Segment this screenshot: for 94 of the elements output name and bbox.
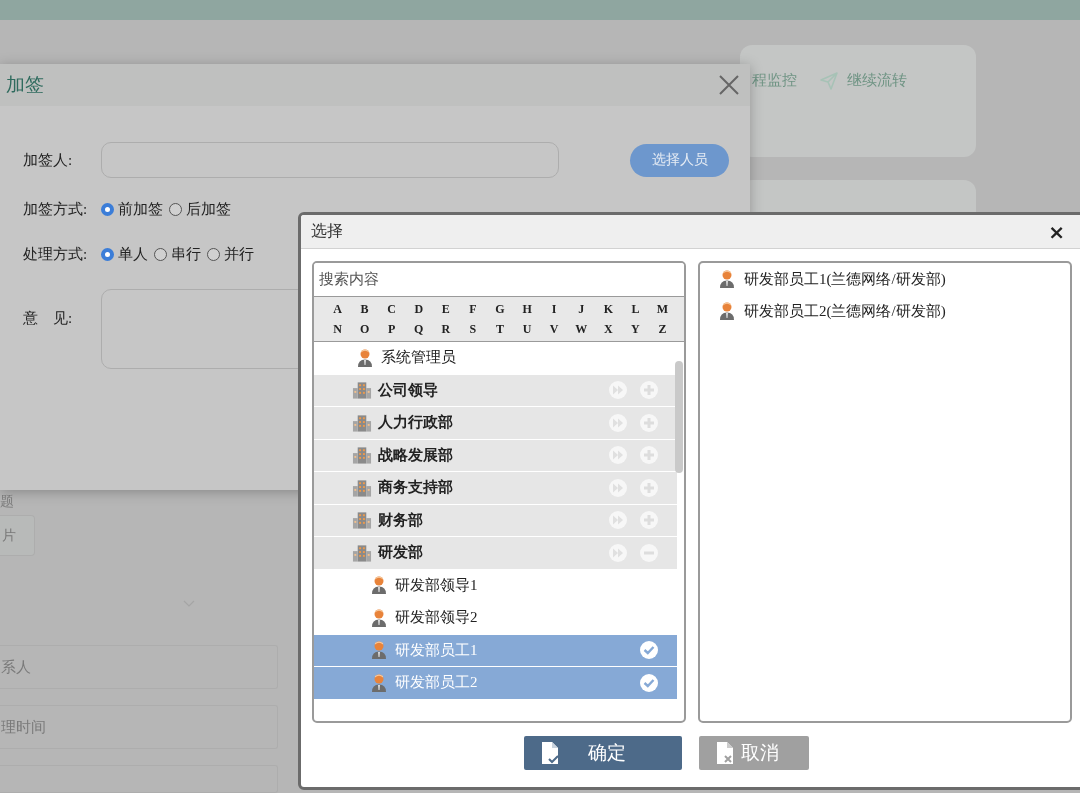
department-row[interactable]: 商务支持部	[314, 472, 677, 505]
department-name: 研发部	[378, 543, 424, 563]
radio-label[interactable]: 并行	[224, 245, 254, 264]
field-label: 加签人:	[23, 150, 74, 170]
close-button[interactable]: ×	[1048, 221, 1065, 242]
letter-link[interactable]: H	[513, 299, 541, 319]
letter-link[interactable]: B	[351, 299, 379, 319]
letter-link[interactable]: P	[378, 319, 406, 339]
search-field[interactable]: 搜索内容	[314, 263, 684, 297]
close-icon[interactable]	[718, 74, 740, 96]
radio-button[interactable]	[154, 248, 167, 261]
radio-label[interactable]: 前加签	[118, 200, 163, 219]
letter-link[interactable]: N	[324, 319, 352, 339]
department-row[interactable]: 战略发展部	[314, 439, 677, 472]
field-label: 处理方式:	[23, 245, 89, 264]
letter-link[interactable]: E	[432, 299, 460, 319]
building-icon	[352, 412, 372, 433]
selected-person[interactable]: 研发部员工2(兰德网络/研发部)	[744, 301, 1070, 321]
document-icon	[540, 741, 560, 765]
check-icon	[639, 640, 659, 661]
letter-link[interactable]: Z	[648, 319, 676, 339]
document-icon	[715, 741, 735, 765]
letter-link[interactable]: L	[621, 299, 649, 319]
letter-link[interactable]: W	[567, 319, 595, 339]
expand-icon[interactable]	[639, 510, 659, 531]
letter-link[interactable]: Q	[405, 319, 433, 339]
person-name: 研发部领导1	[395, 575, 479, 595]
department-name: 人力行政部	[378, 413, 454, 433]
letter-link[interactable]: O	[351, 319, 379, 339]
expand-icon[interactable]	[639, 412, 659, 433]
letter-link[interactable]: F	[459, 299, 487, 319]
department-row[interactable]: 公司领导	[314, 374, 677, 407]
letter-link[interactable]: V	[540, 319, 568, 339]
expand-icon[interactable]	[639, 380, 659, 401]
department-name: 商务支持部	[378, 478, 454, 498]
letter-link[interactable]: R	[432, 319, 460, 339]
radio-button[interactable]	[101, 248, 114, 261]
scrollbar-thumb[interactable]	[675, 361, 683, 473]
letter-link[interactable]: A	[324, 299, 352, 319]
radio-button[interactable]	[101, 203, 114, 216]
selected-person[interactable]: 研发部员工1(兰德网络/研发部)	[744, 269, 1070, 289]
letter-link[interactable]: G	[486, 299, 514, 319]
person-icon	[369, 640, 389, 661]
letter-link[interactable]: D	[405, 299, 433, 319]
person-row[interactable]: 研发部领导1	[314, 569, 677, 602]
send-icon[interactable]	[819, 71, 839, 91]
person-name: 研发部领导2	[395, 608, 479, 628]
person-icon	[355, 347, 375, 368]
person-icon	[369, 607, 389, 628]
letter-link[interactable]: J	[567, 299, 595, 319]
person-name: 系统管理员	[381, 348, 457, 368]
radio-label[interactable]: 后加签	[186, 200, 231, 219]
radio-button[interactable]	[207, 248, 220, 261]
person-icon	[369, 575, 389, 596]
person-icon	[717, 269, 737, 289]
radio-button[interactable]	[169, 203, 182, 216]
field-label: 加签方式:	[23, 200, 89, 219]
letter-link[interactable]: K	[594, 299, 622, 319]
field-label: 意 见:	[23, 309, 74, 328]
building-icon	[352, 477, 372, 498]
person-name: 研发部员工1	[395, 640, 479, 660]
letter-link[interactable]: Y	[621, 319, 649, 339]
letter-link[interactable]: C	[378, 299, 406, 319]
letter-link[interactable]: T	[486, 319, 514, 339]
person-row[interactable]: 研发部领导2	[314, 602, 677, 635]
expand-icon[interactable]	[639, 477, 659, 498]
person-icon	[369, 672, 389, 693]
collapse-icon[interactable]	[639, 542, 659, 563]
letter-link[interactable]: S	[459, 319, 487, 339]
letter-link[interactable]: X	[594, 319, 622, 339]
radio-label[interactable]: 单人	[118, 245, 148, 264]
person-icon	[717, 301, 737, 321]
department-name: 财务部	[378, 510, 424, 530]
department-name: 公司领导	[378, 380, 439, 400]
expand-icon[interactable]	[639, 445, 659, 466]
building-icon	[352, 510, 372, 531]
letter-link[interactable]: I	[540, 299, 568, 319]
person-name: 研发部员工2	[395, 673, 479, 693]
confirm-button[interactable]: 确定	[524, 736, 682, 770]
department-row[interactable]: 人力行政部	[314, 407, 677, 440]
letter-link[interactable]: M	[648, 299, 676, 319]
dialog-title: 选择	[311, 221, 343, 241]
letter-link[interactable]: U	[513, 319, 541, 339]
radio-label[interactable]: 串行	[171, 245, 201, 264]
check-icon	[639, 672, 659, 693]
dialog-title: 加签	[6, 73, 44, 97]
building-icon	[352, 542, 372, 563]
department-name: 战略发展部	[378, 445, 454, 465]
department-row[interactable]: 研发部	[314, 537, 677, 570]
building-icon	[352, 445, 372, 466]
building-icon	[352, 380, 372, 401]
input-field[interactable]	[101, 142, 559, 178]
department-row[interactable]: 财务部	[314, 504, 677, 537]
person-row[interactable]: 系统管理员	[314, 342, 677, 375]
